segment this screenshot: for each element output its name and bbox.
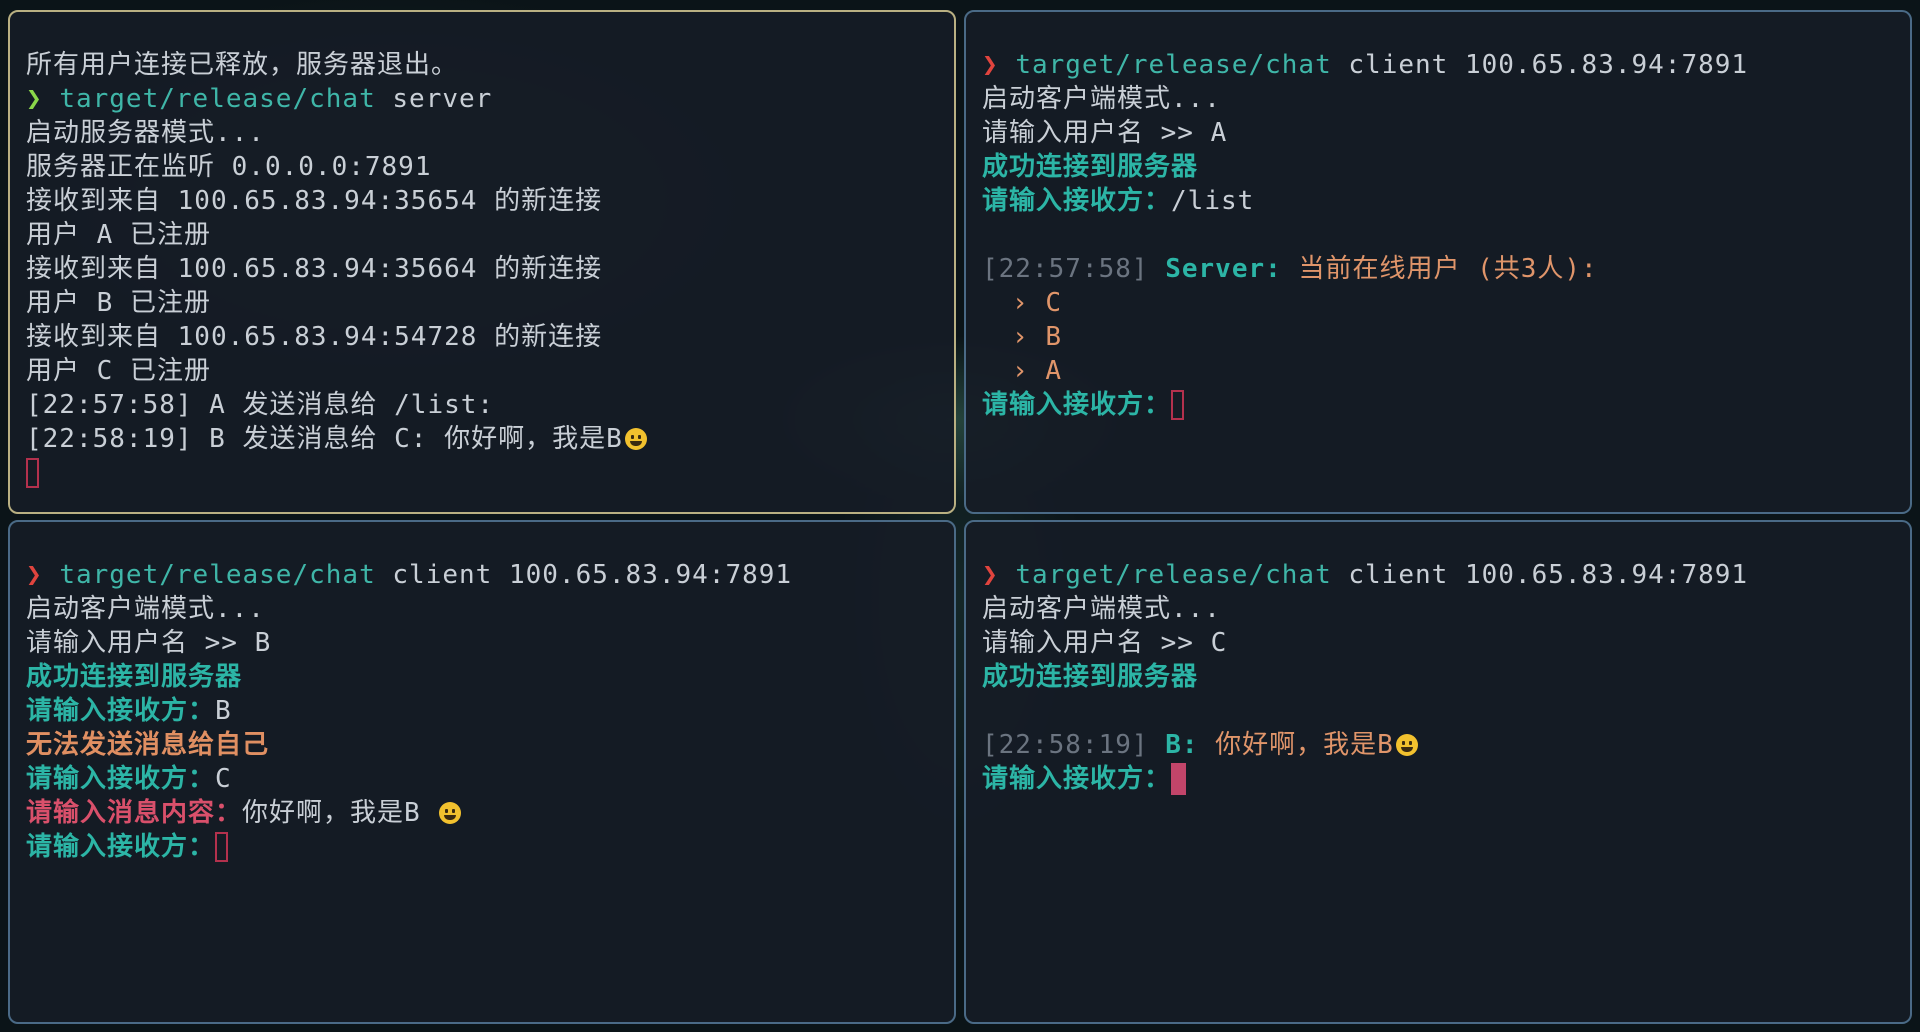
online-user-name: C bbox=[1045, 288, 1062, 318]
username-prompt: 请输入用户名 >> bbox=[26, 628, 255, 658]
recipient-prompt: 请输入接收方： bbox=[26, 696, 216, 726]
recipient-input-line[interactable]: 请输入接收方： bbox=[26, 830, 954, 864]
username-value: A bbox=[1210, 118, 1228, 148]
server-log-line: [22:57:58] A 发送消息给 /list: bbox=[26, 390, 495, 420]
recipient-value: C bbox=[215, 764, 232, 794]
smiley-emoji-icon bbox=[624, 428, 647, 450]
sender-name: Server: bbox=[1165, 254, 1282, 284]
username-line: 请输入用户名 >> C bbox=[982, 626, 1910, 660]
connected-line: 成功连接到服务器 bbox=[982, 152, 1199, 182]
recipient-input-line[interactable]: 请输入接收方： bbox=[982, 762, 1910, 796]
username-prompt: 请输入用户名 >> bbox=[982, 118, 1211, 148]
client-command-line: ❯ target/release/chat client 100.65.83.9… bbox=[982, 558, 1910, 592]
server-input-line[interactable] bbox=[26, 456, 954, 490]
prompt-chevron-icon: ❯ bbox=[982, 560, 999, 590]
command-path: target/release/chat bbox=[59, 560, 376, 590]
server-log-line: 用户 C 已注册 bbox=[26, 356, 211, 386]
prompt-chevron-icon: ❯ bbox=[26, 560, 43, 590]
recipient-value: B bbox=[215, 696, 232, 726]
server-exit-line: 所有用户连接已释放，服务器退出。 bbox=[26, 50, 459, 80]
server-log-line: 接收到来自 100.65.83.94:35654 的新连接 bbox=[26, 186, 603, 216]
recipient-prompt: 请输入接收方： bbox=[982, 390, 1172, 420]
recipient-prompt: 请输入接收方： bbox=[26, 764, 216, 794]
server-log-line: 服务器正在监听 0.0.0.0:7891 bbox=[26, 152, 432, 182]
client-start-line: 启动客户端模式... bbox=[982, 84, 1221, 114]
timestamp-bracket: ] bbox=[1131, 730, 1149, 760]
cursor-icon bbox=[215, 832, 229, 862]
error-line: 无法发送消息给自己 bbox=[26, 730, 270, 760]
terminal-pane-server[interactable]: 所有用户连接已释放，服务器退出。 ❯ target/release/chat s… bbox=[8, 10, 956, 514]
connected-line: 成功连接到服务器 bbox=[26, 662, 243, 692]
prompt-chevron-icon: ❯ bbox=[982, 50, 999, 80]
smiley-emoji-icon bbox=[439, 802, 462, 824]
command-args: client 100.65.83.94:7891 bbox=[392, 560, 793, 590]
cursor-icon bbox=[1171, 763, 1187, 795]
command-path: target/release/chat bbox=[59, 84, 376, 114]
server-log-line: 启动服务器模式... bbox=[26, 118, 265, 148]
server-log-line: 用户 A 已注册 bbox=[26, 220, 211, 250]
message-text: 你好啊，我是B bbox=[1215, 730, 1394, 760]
cursor-icon bbox=[26, 458, 39, 488]
recipient-prompt: 请输入接收方： bbox=[982, 186, 1172, 216]
recipient-prompt: 请输入接收方： bbox=[982, 764, 1172, 794]
username-prompt: 请输入用户名 >> bbox=[982, 628, 1211, 658]
recipient-prompt: 请输入接收方： bbox=[26, 832, 216, 862]
timestamp: 22:58:19 bbox=[998, 730, 1132, 760]
client-start-line: 启动客户端模式... bbox=[982, 594, 1221, 624]
client-command-line: ❯ target/release/chat client 100.65.83.9… bbox=[26, 558, 954, 592]
recipient-input-line[interactable]: 请输入接收方： bbox=[982, 388, 1910, 422]
recipient-line: 请输入接收方：B bbox=[26, 694, 954, 728]
timestamp-bracket: [ bbox=[982, 730, 999, 760]
terminal-pane-client-a[interactable]: ❯ target/release/chat client 100.65.83.9… bbox=[964, 10, 1912, 514]
recipient-value: /list bbox=[1171, 186, 1255, 216]
command-path: target/release/chat bbox=[1015, 560, 1332, 590]
prompt-chevron-icon: ❯ bbox=[26, 84, 43, 114]
bullet-icon: › bbox=[1012, 322, 1029, 352]
message-line: [22:58:19] B: 你好啊，我是B bbox=[982, 728, 1910, 762]
sender-name: B: bbox=[1165, 730, 1199, 760]
bullet-icon: › bbox=[1012, 356, 1029, 386]
command-args: client 100.65.83.94:7891 bbox=[1348, 50, 1749, 80]
command-args: server bbox=[392, 84, 493, 114]
online-user-item: › B bbox=[982, 320, 1910, 354]
timestamp-bracket: ] bbox=[1131, 254, 1149, 284]
terminal-pane-client-b[interactable]: ❯ target/release/chat client 100.65.83.9… bbox=[8, 520, 956, 1024]
username-line: 请输入用户名 >> B bbox=[26, 626, 954, 660]
command-args: client 100.65.83.94:7891 bbox=[1348, 560, 1749, 590]
username-line: 请输入用户名 >> A bbox=[982, 116, 1910, 150]
message-text: 当前在线用户 (共3人): bbox=[1298, 254, 1598, 284]
bullet-icon: › bbox=[1012, 288, 1029, 318]
server-log-line: 接收到来自 100.65.83.94:35664 的新连接 bbox=[26, 254, 603, 284]
smiley-emoji-icon bbox=[1395, 734, 1418, 756]
server-log-line: 用户 B 已注册 bbox=[26, 288, 211, 318]
online-user-item: › A bbox=[982, 354, 1910, 388]
server-log-line: [22:58:19] B 发送消息给 C: 你好啊，我是B bbox=[26, 422, 954, 456]
message-value: 你好啊，我是B bbox=[242, 798, 438, 828]
username-value: C bbox=[1210, 628, 1228, 658]
server-log-text: [22:58:19] B 发送消息给 C: 你好啊，我是B bbox=[26, 424, 623, 454]
command-path: target/release/chat bbox=[1015, 50, 1332, 80]
cursor-icon bbox=[1171, 390, 1185, 420]
online-user-item: › C bbox=[982, 286, 1910, 320]
timestamp: 22:57:58 bbox=[998, 254, 1132, 284]
server-command-line: ❯ target/release/chat server bbox=[26, 82, 954, 116]
connected-line: 成功连接到服务器 bbox=[982, 662, 1199, 692]
client-start-line: 启动客户端模式... bbox=[26, 594, 265, 624]
terminal-pane-client-c[interactable]: ❯ target/release/chat client 100.65.83.9… bbox=[964, 520, 1912, 1024]
message-line: [22:57:58] Server: 当前在线用户 (共3人): bbox=[982, 252, 1910, 286]
recipient-line: 请输入接收方：/list bbox=[982, 184, 1910, 218]
server-log-line: 接收到来自 100.65.83.94:54728 的新连接 bbox=[26, 322, 603, 352]
recipient-line: 请输入接收方：C bbox=[26, 762, 954, 796]
username-value: B bbox=[254, 628, 272, 658]
online-user-name: B bbox=[1045, 322, 1062, 352]
online-user-name: A bbox=[1045, 356, 1062, 386]
message-input-line: 请输入消息内容：你好啊，我是B bbox=[26, 796, 954, 830]
client-command-line: ❯ target/release/chat client 100.65.83.9… bbox=[982, 48, 1910, 82]
message-prompt: 请输入消息内容： bbox=[26, 798, 243, 828]
timestamp-bracket: [ bbox=[982, 254, 999, 284]
